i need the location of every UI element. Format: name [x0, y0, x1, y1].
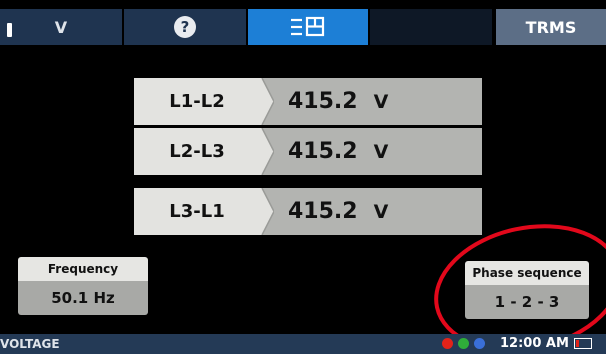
tab-voltage[interactable]: V: [0, 9, 122, 45]
meter-screen: V ? TRMS L1-L2 415.2 V L2-L3 415.2 V L3-…: [0, 0, 606, 354]
status-dot-blue: [474, 338, 485, 349]
battery-marker-icon: [7, 23, 12, 37]
row-unit: V: [373, 90, 389, 113]
row-value: 415.2: [288, 199, 358, 224]
frequency-title: Frequency: [18, 257, 148, 281]
three-phase-icon: [291, 16, 325, 37]
row-arrow-icon: [260, 78, 274, 125]
battery-icon: [574, 338, 592, 349]
tab-trms[interactable]: TRMS: [496, 9, 606, 45]
row-arrow-icon: [260, 128, 274, 175]
annotation-ellipse: [434, 224, 606, 340]
mode-label: VOLTAGE: [0, 337, 60, 351]
row-value: 415.2: [288, 139, 358, 164]
status-dot-red: [442, 338, 453, 349]
row-unit: V: [373, 140, 389, 163]
tab-three-phase[interactable]: [248, 9, 368, 45]
row-value-box: 415.2 V: [260, 78, 482, 125]
measurement-row-l2-l3: L2-L3 415.2 V: [134, 128, 482, 175]
tab-trms-label: TRMS: [525, 17, 577, 37]
status-bar: VOLTAGE 12:00 AM: [0, 334, 606, 354]
row-value-box: 415.2 V: [260, 128, 482, 175]
row-value: 415.2: [288, 89, 358, 114]
row-label: L1-L2: [134, 78, 272, 125]
frequency-value: 50.1 Hz: [18, 281, 148, 315]
row-arrow-icon: [260, 188, 274, 235]
tab-empty[interactable]: [370, 9, 492, 45]
help-icon: ?: [174, 16, 196, 38]
row-label: L3-L1: [134, 188, 272, 235]
tab-voltage-label: V: [54, 17, 68, 37]
row-label: L2-L3: [134, 128, 272, 175]
status-dot-green: [458, 338, 469, 349]
clock: 12:00 AM: [500, 336, 569, 351]
frequency-box[interactable]: Frequency 50.1 Hz: [18, 257, 148, 315]
row-unit: V: [373, 200, 389, 223]
measurement-row-l1-l2: L1-L2 415.2 V: [134, 78, 482, 125]
tab-help[interactable]: ?: [124, 9, 246, 45]
